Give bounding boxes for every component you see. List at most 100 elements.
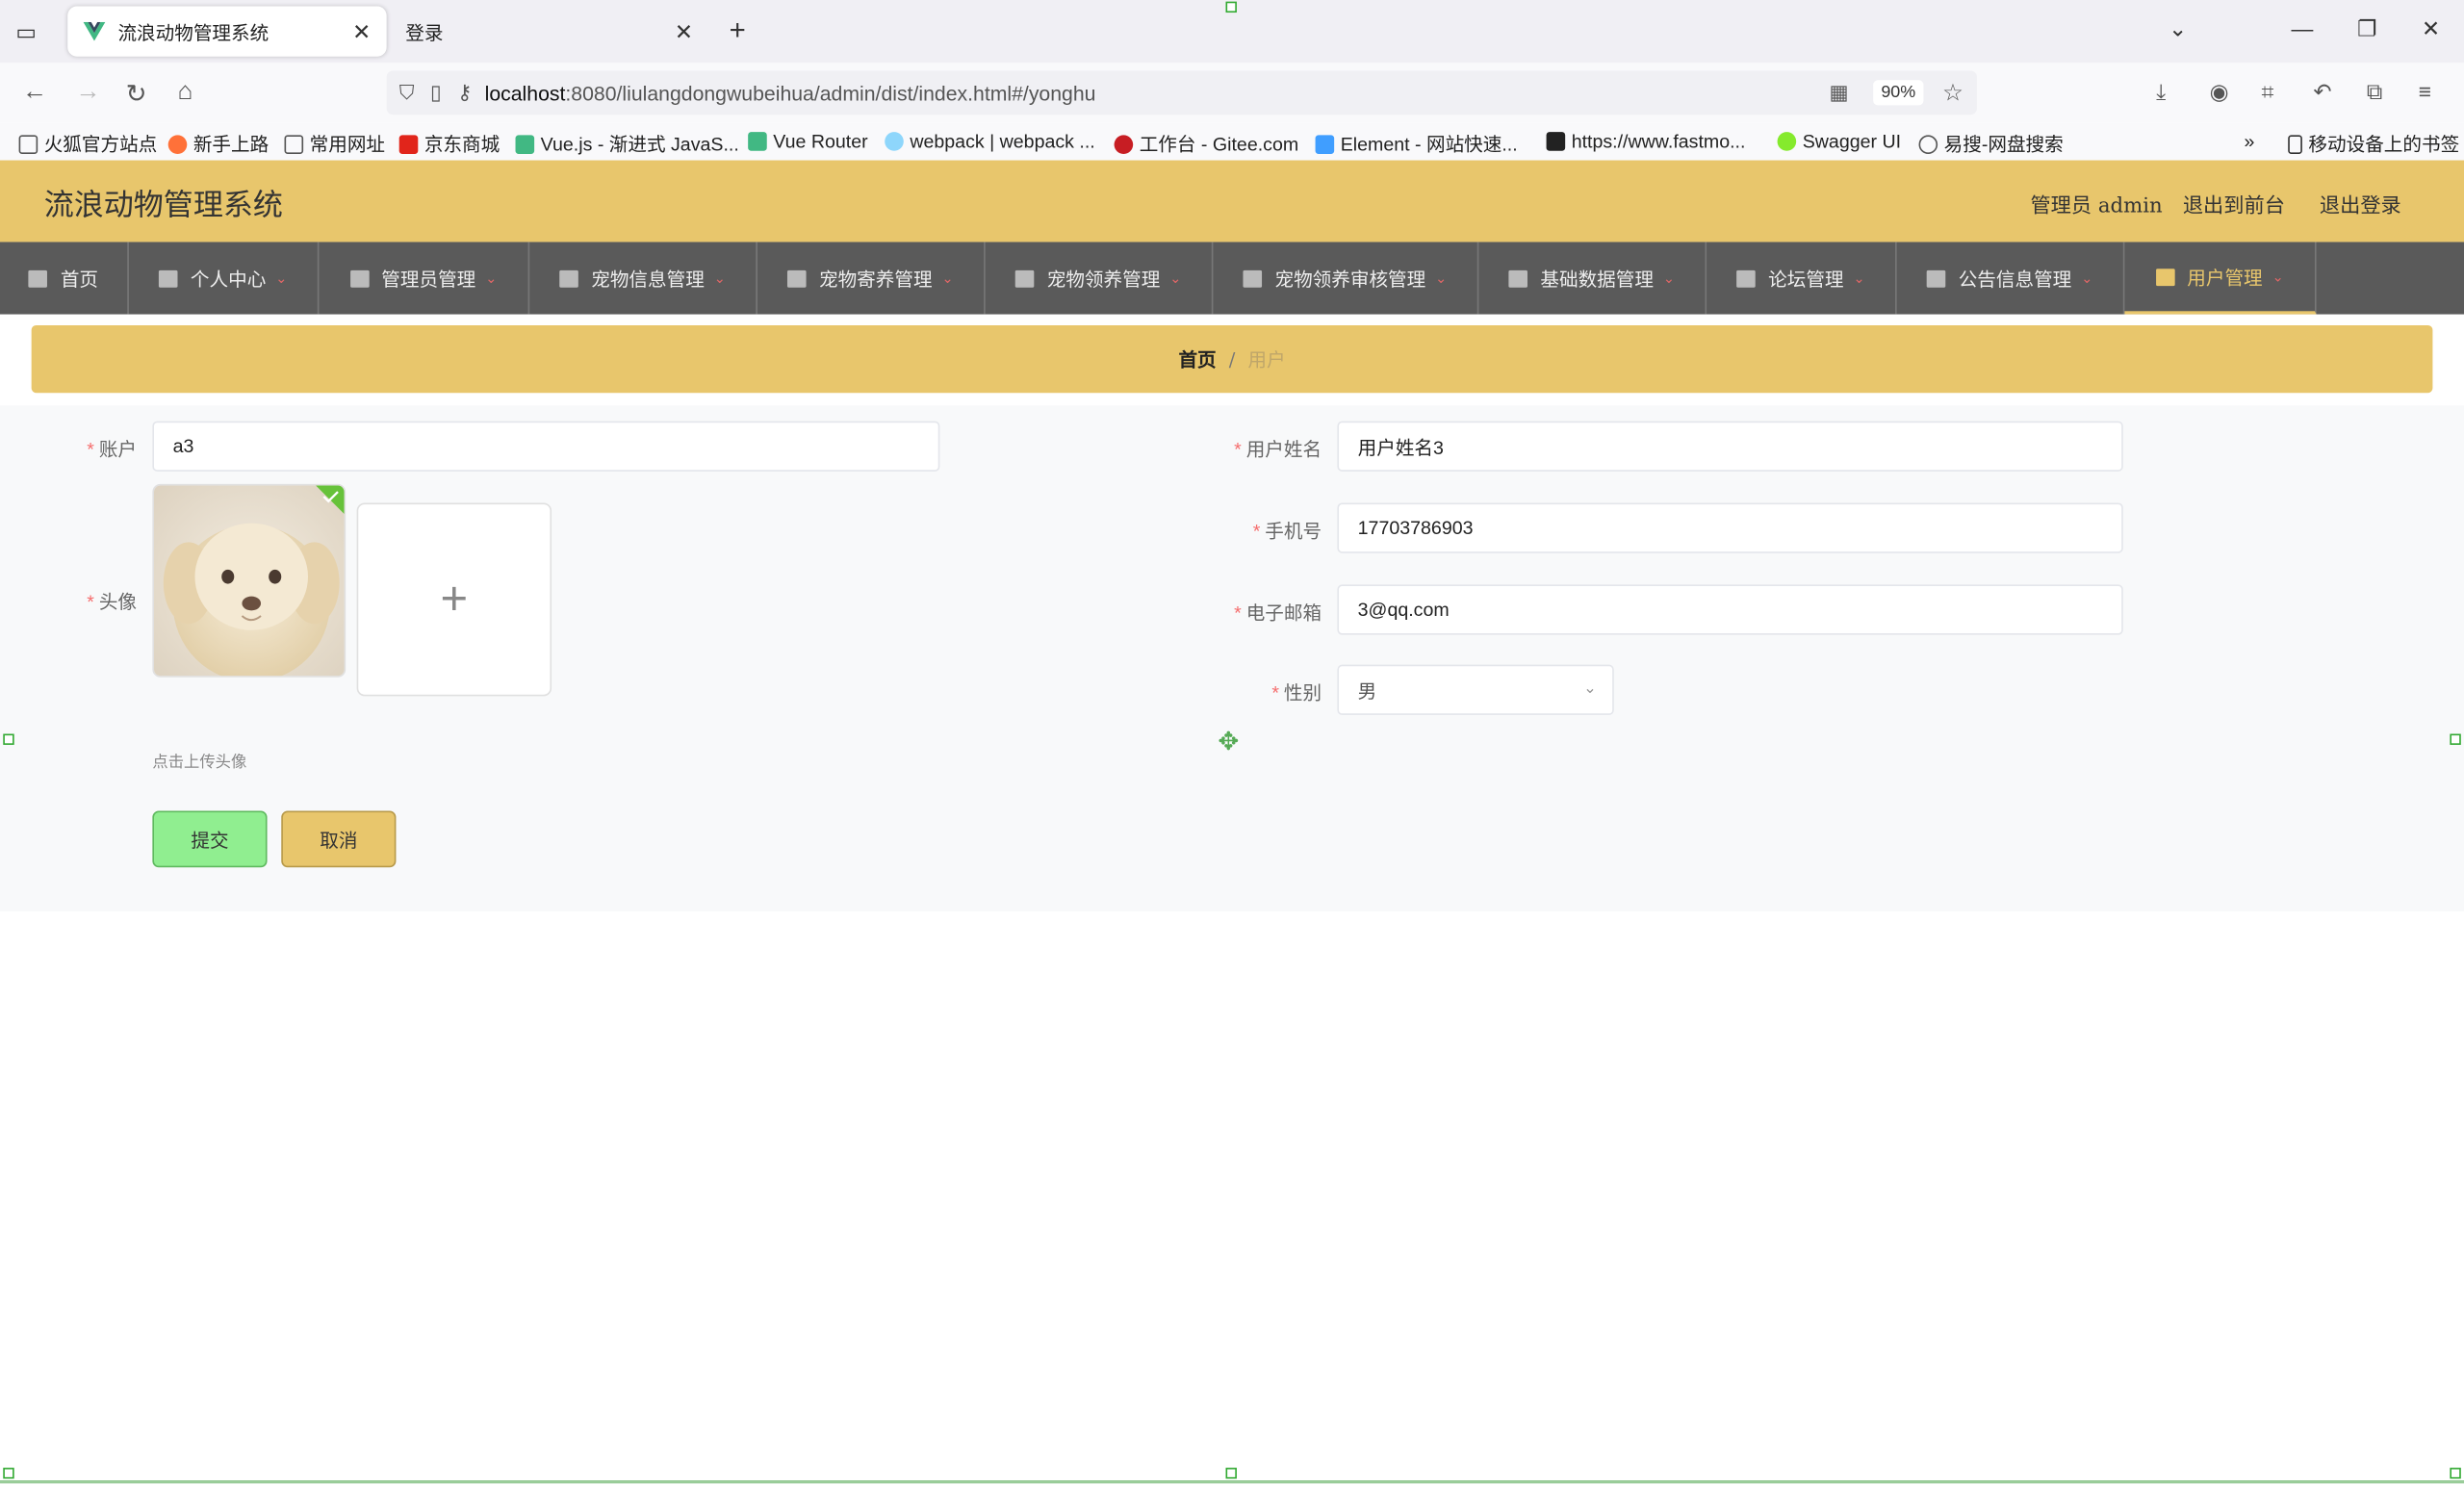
menu-item-users[interactable]: 用户管理 ⌄ [2124,242,2317,315]
book-icon [1243,269,1263,287]
breadcrumb-current: 用户 [1247,348,1286,371]
home-icon [29,269,48,287]
chevron-down-icon: ⌄ [1583,680,1597,698]
menu-item-personal[interactable]: 个人中心 ⌄ [129,242,320,315]
clipboard-icon [1015,269,1035,287]
reload-icon[interactable]: ↻ [126,79,147,111]
bookmark-item[interactable]: Vue.js - 渐进式 JavaS... [515,131,739,158]
shield-icon: ⛉ [398,80,415,104]
close-tab-icon[interactable]: ✕ [352,19,371,46]
chevron-down-icon: ⌄ [1853,269,1865,286]
mobile-icon [2288,134,2302,154]
breadcrumb: 首页 / 用户 [31,324,2433,394]
swagger-icon [1777,132,1797,151]
bookmark-item[interactable]: 工作台 - Gitee.com [1114,131,1298,158]
menu-item-notice[interactable]: 公告信息管理 ⌄ [1897,242,2125,315]
bookmark-item[interactable]: 常用网址 [284,131,385,158]
avatar[interactable] [152,483,346,678]
tab-label: 登录 [405,21,444,43]
close-window-icon[interactable]: ✕ [2422,15,2440,42]
app-header: 流浪动物管理系统 管理员 admin 退出到前台 退出登录 [0,160,2464,243]
avatar-hint: 点击上传头像 [152,754,247,772]
stamp-icon [1508,269,1528,287]
menu-icon[interactable]: ≡ [2419,79,2431,104]
list-tabs-icon[interactable]: ⌄ [2169,15,2187,42]
sliders-icon [349,269,370,287]
tab-overview-icon[interactable]: ▭ [15,19,40,44]
menu-item-pet-info[interactable]: 宠物信息管理 ⌄ [529,242,757,315]
cancel-button[interactable]: 取消 [281,810,397,868]
bookmark-item[interactable]: 火狐官方站点 [18,131,157,158]
chevron-down-icon: ⌄ [1169,269,1182,286]
undo-icon[interactable]: ↶ [2313,79,2331,106]
bookmark-item[interactable]: 新手上路 [167,131,269,158]
phone-input[interactable]: 17703786903 [1337,502,2123,553]
gender-select[interactable]: 男 ⌄ [1337,664,1614,715]
close-tab-icon[interactable]: ✕ [675,19,693,46]
folder-icon [18,134,38,154]
jd-icon [398,134,419,154]
menu-item-pet-adopt[interactable]: 宠物领养管理 ⌄ [986,242,1214,315]
bookmark-item[interactable]: 京东商城 [398,131,500,158]
restore-icon[interactable]: ❐ [2357,15,2377,42]
crop-icon[interactable]: ⌗ [2261,79,2273,106]
mobile-bookmarks[interactable]: 移动设备上的书签 [2288,131,2459,158]
account-input[interactable]: a3 [152,421,940,472]
new-tab-icon[interactable]: + [730,14,746,47]
ticket-icon [787,269,807,287]
email-label: * 电子邮箱 [1234,602,1322,625]
puppy-image [154,485,345,677]
download-icon[interactable]: ⤓ [2156,79,2166,106]
avatar-upload-button[interactable]: + [356,502,552,697]
phone-label: * 手机号 [1252,520,1322,543]
selection-handle [3,1468,14,1479]
home-icon[interactable]: ⌂ [177,79,192,107]
minimize-icon[interactable]: — [2291,15,2313,40]
breadcrumb-home[interactable]: 首页 [1178,346,1216,372]
menu-item-admins[interactable]: 管理员管理 ⌄ [319,242,530,315]
globe-icon [1918,134,1938,154]
zoom-level[interactable]: 90% [1873,80,1924,106]
menu-item-forum[interactable]: 论坛管理 ⌄ [1707,242,1897,315]
logout-link[interactable]: 退出登录 [2320,189,2401,218]
selection-border [0,1480,2464,1484]
menu-item-pet-foster[interactable]: 宠物寄养管理 ⌄ [757,242,986,315]
extensions-icon[interactable]: ⧉ [2367,79,2382,106]
name-label: * 用户姓名 [1234,438,1322,461]
list-icon [559,269,579,287]
element-icon [1315,134,1335,154]
menu-item-adopt-review[interactable]: 宠物领养审核管理 ⌄ [1213,242,1479,315]
menu-item-home[interactable]: 首页 [0,242,129,315]
name-input[interactable]: 用户姓名3 [1337,421,2123,472]
admin-label: 管理员 admin [2030,194,2163,218]
bookmark-item[interactable]: Swagger UI [1777,131,1901,152]
url-bar[interactable]: ⛉ ▯ ⚷ localhost :8080/liulangdongwubeihu… [386,70,1977,115]
back-icon[interactable]: ← [22,79,47,107]
exit-to-front-link[interactable]: 退出到前台 [2183,189,2285,218]
fastmock-icon [1546,132,1566,151]
list-icon [2155,268,2175,286]
bookmark-item[interactable]: Vue Router [748,131,868,152]
tab-login[interactable]: 登录 ✕ [390,7,708,57]
account-icon[interactable]: ◉ [2210,79,2229,106]
email-input[interactable]: 3@qq.com [1337,584,2123,635]
qr-code-icon[interactable]: ▦ [1829,80,1848,105]
menu-item-base-data[interactable]: 基础数据管理 ⌄ [1478,242,1707,315]
bookmark-item[interactable]: https://www.fastmo... [1546,131,1745,152]
url-path: :8080/liulangdongwubeihua/admin/dist/ind… [565,81,1096,105]
tab-active[interactable]: 流浪动物管理系统 ✕ [67,6,387,57]
page-icon: ▯ [429,80,442,104]
selection-handle [2450,1468,2461,1479]
vue-icon [748,132,767,151]
bookmark-item[interactable]: webpack | webpack ... [885,131,1095,152]
submit-button[interactable]: 提交 [152,810,268,868]
bookmark-item[interactable]: 易搜-网盘搜索 [1918,131,2064,158]
bookmark-item[interactable]: Element - 网站快速... [1315,131,1518,158]
chevron-down-icon: ⌄ [713,269,726,286]
bookmark-star-icon[interactable]: ☆ [1942,79,1964,107]
forward-icon[interactable]: → [75,79,100,107]
chevron-down-icon: ⌄ [941,269,954,286]
more-bookmarks-icon[interactable]: » [2244,131,2254,153]
gender-label: * 性别 [1271,681,1322,704]
avatar-label: * 头像 [87,590,138,613]
